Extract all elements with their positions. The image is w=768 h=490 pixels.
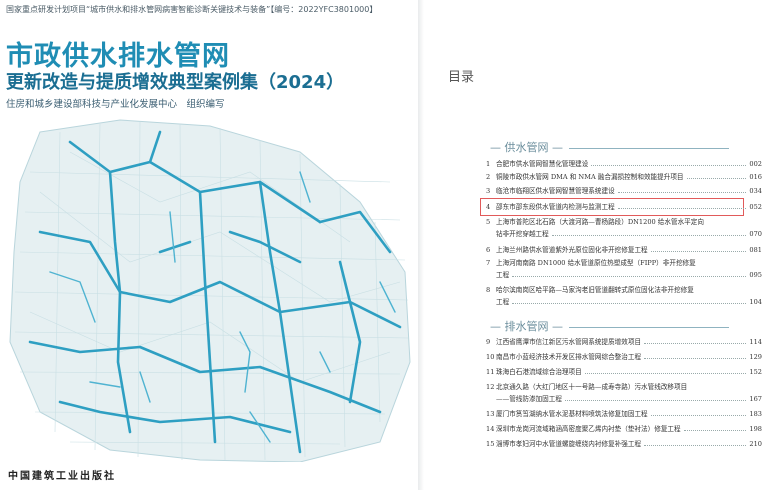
item-title-cont: 钻非开挖穿越工程 (496, 230, 549, 238)
toc-item-4[interactable]: 4 邵东市邵东段供水管道内检测与监测工程 052 (486, 201, 762, 213)
toc-item-10[interactable]: 10 南昌市小蓝经济技术开发区排水管网综合整治工程 129 (486, 351, 762, 363)
section-rule (569, 326, 729, 328)
item-number: 10 (486, 353, 495, 361)
item-number: 1 (486, 160, 491, 168)
cover-title-main: 更新改造与提质增效典型案例集（ (6, 72, 276, 93)
toc-item-8[interactable]: 8 哈尔滨南岗区哈平路—马家沟老旧管道翻转式原位固化法非开挖修复 工程 104 (486, 284, 762, 308)
item-number: 4 (486, 203, 491, 211)
item-page: 129 (749, 353, 762, 361)
item-title: 上海兰州路供水管道紫外光原位固化非开挖修复工程 (496, 246, 648, 254)
section-rule (569, 147, 729, 149)
item-number: 2 (486, 173, 491, 181)
item-page: 052 (749, 203, 762, 211)
toc-heading: 目录 (448, 70, 475, 85)
leader-dots (591, 165, 747, 166)
leader-dots (650, 251, 747, 252)
item-page: 095 (749, 271, 762, 279)
item-number: 14 (486, 425, 495, 433)
item-title: 合肥市供水管网智慧化管理建设 (496, 160, 589, 168)
item-title: 上海市普陀区北石路（大渡河路—曹杨路段）DN1200 给水管水平定向 (496, 218, 704, 226)
item-title: 淄博市孝妇河中水管道螺旋缠绕内衬修复补强工程 (496, 440, 642, 448)
toc-item-5[interactable]: 5 上海市普陀区北石路（大渡河路—曹杨路段）DN1200 给水管水平定向 钻非开挖… (486, 216, 762, 240)
item-number: 15 (486, 440, 495, 448)
item-title: 南昌市小蓝经济技术开发区排水管网综合整治工程 (496, 353, 642, 361)
toc-item-9[interactable]: 9 江西省鹰潭市信江新区污水管网系统提质增效项目 114 (486, 336, 762, 348)
leader-dots (512, 303, 747, 304)
item-page: 002 (749, 160, 762, 168)
toc-item-11[interactable]: 11 珠海白石港流域综合治理项目 152 (486, 366, 762, 378)
cover-title-year: 2024 (276, 72, 327, 93)
editor-organization: 住房和城乡建设部科技与产业化发展中心 组织编写 (6, 99, 225, 110)
section-water-supply: — 供水管网 — (490, 139, 729, 155)
pipe-network-map (9, 119, 411, 462)
item-page: 198 (749, 425, 762, 433)
item-title: 厦门市筼筜湖纳水管水泥基材料喷筑法修复加固工程 (496, 410, 648, 418)
section-label: 排水管网 (504, 320, 549, 333)
leader-dots (644, 343, 747, 344)
leader-dots (683, 430, 747, 431)
leader-dots (617, 192, 747, 193)
item-title: 铜陵市政供水管网 DMA 和 NMA 融合漏损控制和效能提升项目 (496, 173, 684, 181)
section-drainage: — 排水管网 — (490, 318, 729, 334)
toc-item-12[interactable]: 12 北京通久路（大红门地区十一号路—成寿寺路）污水管线改移项目 ——管线防渗加固… (486, 381, 762, 405)
toc-item-6[interactable]: 6 上海兰州路供水管道紫外光原位固化非开挖修复工程 081 (486, 244, 762, 256)
item-title: 珠海白石港流域综合治理项目 (496, 368, 582, 376)
item-page: 167 (749, 395, 762, 403)
leader-dots (644, 445, 747, 446)
item-title: 深圳市龙岗河流域箱涵高密度聚乙烯内衬垫（垫衬法）修复工程 (496, 425, 681, 433)
item-title-cont: ——管线防渗加固工程 (496, 395, 562, 403)
item-number: 13 (486, 410, 495, 418)
item-number: 5 (486, 218, 491, 226)
item-title: 邵东市邵东段供水管道内检测与监测工程 (496, 203, 615, 211)
item-page: 070 (749, 230, 762, 238)
toc-item-1[interactable]: 1 合肥市供水管网智慧化管理建设 002 (486, 158, 762, 170)
item-page: 034 (749, 187, 762, 195)
leader-dots (644, 358, 747, 359)
item-page: 081 (749, 246, 762, 254)
leader-dots (512, 276, 747, 277)
cover-title-line2: 更新改造与提质增效典型案例集（2024） (6, 68, 344, 94)
leader-dots (551, 235, 747, 236)
item-number: 8 (486, 286, 491, 294)
item-number: 11 (486, 368, 495, 376)
item-page: 016 (749, 173, 762, 181)
leader-dots (650, 415, 747, 416)
item-number: 12 (486, 383, 495, 391)
item-title: 哈尔滨南岗区哈平路—马家沟老旧管道翻转式原位固化法非开挖修复 (496, 286, 694, 294)
item-page: 210 (749, 440, 762, 448)
toc-item-15[interactable]: 15 淄博市孝妇河中水管道螺旋缠绕内衬修复补强工程 210 (486, 438, 762, 450)
leader-dots (686, 178, 747, 179)
item-title: 江西省鹰潭市信江新区污水管网系统提质增效项目 (496, 338, 642, 346)
cover-title-close: ） (326, 72, 345, 93)
book-cover: 国家重点研发计划项目“城市供水和排水管网病害智能诊断关键技术与装备”【编号：20… (0, 0, 420, 490)
publisher-name: 中国建筑工业出版社 (8, 471, 116, 482)
item-title-cont: 工程 (496, 298, 510, 306)
item-number: 9 (486, 338, 491, 346)
toc-item-2[interactable]: 2 铜陵市政供水管网 DMA 和 NMA 融合漏损控制和效能提升项目 016 (486, 171, 762, 183)
leader-dots (584, 373, 747, 374)
toc-item-14[interactable]: 14 深圳市龙岗河流域箱涵高密度聚乙烯内衬垫（垫衬法）修复工程 198 (486, 423, 762, 435)
item-number: 3 (486, 187, 491, 195)
item-number: 6 (486, 246, 491, 254)
toc-item-13[interactable]: 13 厦门市筼筜湖纳水管水泥基材料喷筑法修复加固工程 183 (486, 408, 762, 420)
item-page: 114 (749, 338, 762, 346)
item-page: 183 (749, 410, 762, 418)
section-label: 供水管网 (504, 141, 549, 154)
item-title: 上海河南南路 DN1000 给水管道原位热塑成型（FIPP）非开挖修复 (496, 259, 696, 267)
project-line: 国家重点研发计划项目“城市供水和排水管网病害智能诊断关键技术与装备”【编号：20… (6, 5, 378, 14)
leader-dots (564, 400, 747, 401)
toc-item-7[interactable]: 7 上海河南南路 DN1000 给水管道原位热塑成型（FIPP）非开挖修复 工程 0… (486, 257, 762, 281)
item-title: 北京通久路（大红门地区十一号路—成寿寺路）污水管线改移项目 (496, 383, 688, 391)
item-title: 临沧市临翔区供水管网智慧管理系统建设 (496, 187, 615, 195)
item-page: 152 (749, 368, 762, 376)
leader-dots (617, 208, 747, 209)
item-page: 104 (749, 298, 762, 306)
toc-item-3[interactable]: 3 临沧市临翔区供水管网智慧管理系统建设 034 (486, 185, 762, 197)
item-number: 7 (486, 259, 491, 267)
item-title-cont: 工程 (496, 271, 510, 279)
table-of-contents: 目录 — 供水管网 — 1 合肥市供水管网智慧化管理建设 002 2 铜陵市政供水管网… (424, 0, 768, 490)
city-outline (9, 119, 411, 462)
